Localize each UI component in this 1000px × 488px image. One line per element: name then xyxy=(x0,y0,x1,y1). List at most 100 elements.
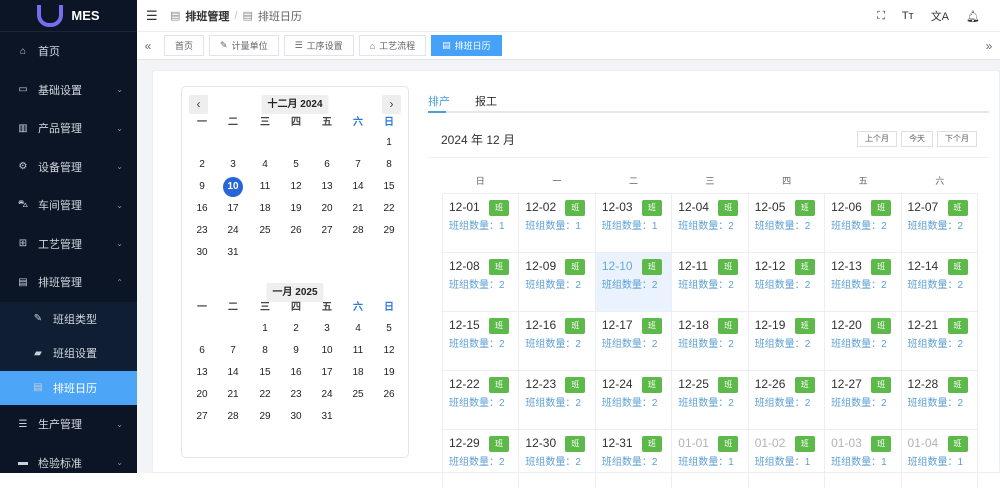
mini-day[interactable]: 4 xyxy=(345,319,371,339)
shift-badge[interactable]: 班 xyxy=(794,259,815,275)
mini-day[interactable]: 23 xyxy=(189,221,215,241)
mini-day[interactable]: 17 xyxy=(220,199,246,219)
mini-day[interactable]: 19 xyxy=(283,199,309,219)
mini-day[interactable]: 21 xyxy=(220,385,246,405)
calendar-day[interactable]: 12-24 班班组数量：2 xyxy=(594,371,671,429)
tag-2[interactable]: ☰ 工序设置 xyxy=(283,35,354,56)
sidebar-item[interactable]: ⌂ 首页 xyxy=(0,32,137,71)
sidebar-item[interactable]: ▥ 产品管理 ⌄ xyxy=(0,109,137,148)
sidebar-item[interactable]: ✎ 班组类型 xyxy=(0,302,137,337)
mini-day[interactable]: 15 xyxy=(252,363,278,383)
mini-day[interactable]: 30 xyxy=(283,407,309,427)
sidebar-item[interactable]: ▰ 班组设置 xyxy=(0,336,137,371)
mini-month-title[interactable]: 十二月 2024 xyxy=(261,95,329,114)
shift-badge[interactable]: 班 xyxy=(794,436,815,452)
mini-day[interactable]: 23 xyxy=(283,385,309,405)
prev-month-button[interactable]: ‹ xyxy=(189,95,208,114)
mini-day[interactable]: 16 xyxy=(283,363,309,383)
shift-badge[interactable]: 班 xyxy=(794,200,815,216)
tag-1[interactable]: ✎ 计量单位 xyxy=(209,35,279,56)
mini-day[interactable]: 3 xyxy=(314,319,340,339)
calendar-day[interactable]: 12-26 班班组数量：2 xyxy=(747,371,824,429)
mini-day[interactable]: 25 xyxy=(345,385,371,405)
mini-day[interactable]: 8 xyxy=(376,155,402,175)
sidebar-item[interactable]: ▤ 排班日历 xyxy=(0,370,137,405)
mini-day[interactable]: 5 xyxy=(376,319,402,339)
shift-badge[interactable]: 班 xyxy=(718,259,739,275)
calendar-day[interactable]: 12-07 班班组数量：2 xyxy=(900,194,978,252)
today-button[interactable]: 今天 xyxy=(901,131,933,147)
shift-badge[interactable]: 班 xyxy=(871,318,892,334)
mini-day[interactable]: 15 xyxy=(376,177,402,197)
bell-icon[interactable]: 🔔︎ xyxy=(966,10,980,23)
shift-badge[interactable]: 班 xyxy=(718,318,739,334)
calendar-day[interactable]: 01-01 班班组数量：1 xyxy=(671,430,747,488)
calendar-day[interactable]: 12-23 班班组数量：2 xyxy=(518,371,594,429)
next-month-button[interactable]: › xyxy=(382,95,401,114)
calendar-day[interactable]: 12-04 班班组数量：2 xyxy=(671,194,747,252)
calendar-day[interactable]: 01-03 班班组数量：1 xyxy=(824,430,900,488)
calendar-day[interactable]: 12-02 班班组数量：1 xyxy=(518,194,594,252)
mini-day[interactable]: 10 xyxy=(223,177,243,197)
shift-badge[interactable]: 班 xyxy=(565,436,586,452)
calendar-day[interactable]: 12-20 班班组数量：2 xyxy=(824,312,900,370)
shift-badge[interactable]: 班 xyxy=(489,200,509,216)
shift-badge[interactable]: 班 xyxy=(794,318,815,334)
mini-day[interactable]: 27 xyxy=(314,221,340,241)
sidebar-item[interactable]: ☰ 生产管理 ⌄ xyxy=(0,405,137,444)
fullscreen-icon[interactable]: ⛶ xyxy=(877,10,885,23)
shift-badge[interactable]: 班 xyxy=(565,377,586,393)
tab-1[interactable]: 报工 xyxy=(475,93,497,109)
shift-badge[interactable]: 班 xyxy=(718,377,739,393)
shift-badge[interactable]: 班 xyxy=(641,436,662,452)
shift-badge[interactable]: 班 xyxy=(947,259,968,275)
shift-badge[interactable]: 班 xyxy=(489,259,509,275)
tab-0[interactable]: 排产 xyxy=(428,93,450,109)
mini-day[interactable]: 2 xyxy=(283,319,309,339)
hamburger-icon[interactable]: ☰ xyxy=(146,8,158,24)
shift-badge[interactable]: 班 xyxy=(794,377,815,393)
calendar-day[interactable]: 12-15 班班组数量：2 xyxy=(442,312,518,370)
mini-day[interactable]: 1 xyxy=(376,133,402,153)
mini-day[interactable]: 9 xyxy=(189,177,215,197)
shift-badge[interactable]: 班 xyxy=(871,200,892,216)
shift-badge[interactable]: 班 xyxy=(718,436,739,452)
mini-day[interactable]: 27 xyxy=(189,407,215,427)
mini-day[interactable]: 31 xyxy=(314,407,340,427)
shift-badge[interactable]: 班 xyxy=(641,200,662,216)
sidebar-item[interactable]: ▭ 基础设置 ⌄ xyxy=(0,71,137,110)
mini-day[interactable]: 7 xyxy=(220,341,246,361)
mini-day[interactable]: 22 xyxy=(376,199,402,219)
calendar-day[interactable]: 12-13 班班组数量：2 xyxy=(824,253,900,311)
shift-badge[interactable]: 班 xyxy=(641,318,662,334)
scroll-right-icon[interactable]: » xyxy=(978,39,1000,53)
mini-day[interactable]: 26 xyxy=(376,385,402,405)
breadcrumb-item[interactable]: 排班管理 xyxy=(185,8,229,24)
mini-day[interactable]: 24 xyxy=(220,221,246,241)
next-month-button[interactable]: 下个月 xyxy=(937,131,977,147)
shift-badge[interactable]: 班 xyxy=(947,200,968,216)
calendar-day[interactable]: 12-22 班班组数量：2 xyxy=(442,371,518,429)
calendar-day[interactable]: 12-10 班班组数量：2 xyxy=(594,253,672,311)
shift-badge[interactable]: 班 xyxy=(871,436,892,452)
tag-0[interactable]: 首页 xyxy=(164,35,205,56)
sidebar-item[interactable]: ▬ 检验标准 ⌄ xyxy=(0,444,137,483)
calendar-day[interactable]: 12-30 班班组数量：2 xyxy=(518,430,594,488)
mini-day[interactable]: 26 xyxy=(283,221,309,241)
calendar-day[interactable]: 12-29 班班组数量：2 xyxy=(442,430,518,488)
mini-day[interactable]: 30 xyxy=(189,243,215,263)
calendar-day[interactable]: 12-01 班班组数量：1 xyxy=(442,194,518,252)
calendar-day[interactable]: 12-03 班班组数量：1 xyxy=(594,194,671,252)
mini-day[interactable]: 6 xyxy=(189,341,215,361)
mini-day[interactable]: 18 xyxy=(252,199,278,219)
mini-day[interactable]: 11 xyxy=(252,177,278,197)
calendar-day[interactable]: 12-09 班班组数量：2 xyxy=(518,253,594,311)
mini-day[interactable]: 20 xyxy=(189,385,215,405)
calendar-day[interactable]: 01-02 班班组数量：1 xyxy=(747,430,824,488)
tag-4[interactable]: ▤ 排班日历 xyxy=(431,35,502,56)
calendar-day[interactable]: 12-12 班班组数量：2 xyxy=(747,253,824,311)
font-size-icon[interactable]: Tт xyxy=(902,10,914,22)
mini-day[interactable]: 17 xyxy=(314,363,340,383)
shift-badge[interactable]: 班 xyxy=(489,436,509,452)
mini-day[interactable]: 14 xyxy=(220,363,246,383)
